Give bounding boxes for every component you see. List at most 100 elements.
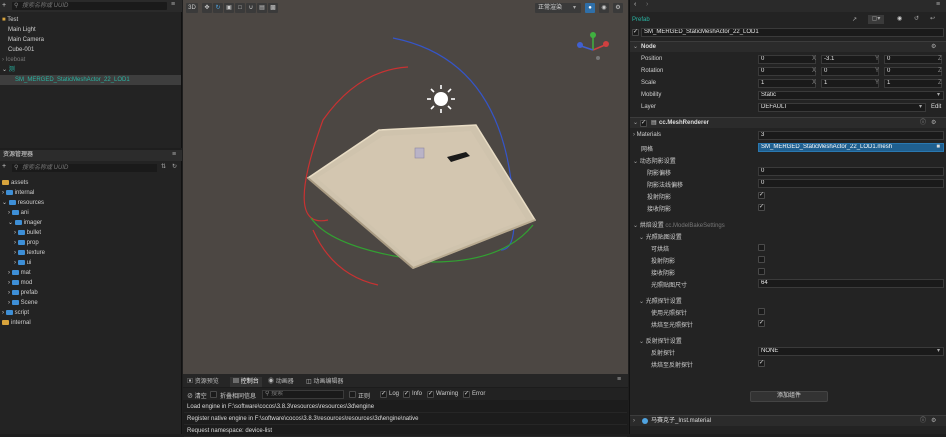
tree-item-group[interactable]: ⌄ 测 [2,65,15,75]
console-search-input[interactable]: ⚲ 搜索 [262,390,344,399]
log-line[interactable]: Request namespace: device-list [184,426,627,437]
asset-item-texture[interactable]: › texture [14,248,45,258]
chevron-down-icon[interactable]: ⌄ [633,159,638,165]
gear-icon[interactable]: ⚙ [931,416,936,426]
layer-edit-button[interactable]: Edit [931,104,941,110]
mesh-renderer-enabled-checkbox[interactable]: ✓ [640,120,647,127]
asset-item-ui[interactable]: › ui [14,258,31,268]
chevron-down-icon[interactable]: ⌄ [8,220,13,226]
filter-warning-checkbox[interactable]: ✓ [427,391,434,398]
position-y-field[interactable]: -3.1 [821,55,879,64]
rotation-z-field[interactable]: 0 [884,67,942,76]
sort-icon[interactable]: ⇅ [161,163,166,170]
bake-receive-shadow-checkbox[interactable] [758,268,765,275]
refresh-icon[interactable]: ↻ [172,163,177,170]
asset-item-prop[interactable]: › prop [14,238,39,248]
add-node-button[interactable]: + [2,2,10,10]
sun-icon[interactable] [427,85,455,113]
chevron-down-icon[interactable]: ⌄ [2,200,7,206]
reflection-probe-select[interactable]: NONE ▾ [758,347,944,356]
inspector-menu-icon[interactable]: ≡ [936,1,940,8]
asset-item-ani[interactable]: › ani [8,208,29,218]
bakeable-checkbox[interactable] [758,244,765,251]
asset-item-internal[interactable]: › internal [2,188,34,198]
tab-animator[interactable]: ◉ 动画器 [268,377,294,387]
chevron-right-icon[interactable]: › [14,260,16,266]
chevron-right-icon[interactable]: › [2,190,4,196]
hierarchy-search-input[interactable]: ⚲ 搜索名称或 UUID [12,2,167,10]
gear-icon[interactable]: ⚙ [931,118,936,128]
collapse-checkbox[interactable] [210,391,217,398]
add-asset-button[interactable]: + [2,163,6,170]
apply-icon[interactable]: ↩ [930,15,935,22]
shadow-normal-bias-field[interactable]: 0 [758,179,944,188]
tree-item-main-camera[interactable]: Main Camera [8,35,44,45]
hierarchy-menu-icon[interactable]: ≡ [171,1,175,8]
rotation-y-field[interactable]: 0 [821,67,879,76]
chevron-right-icon[interactable]: › [14,230,16,236]
chevron-right-icon[interactable]: › [2,310,4,316]
tree-item-main-light[interactable]: Main Light [8,25,36,35]
log-line[interactable]: Register native engine in F:\software\co… [184,414,627,425]
console-menu-icon[interactable]: ≡ [617,376,621,383]
cast-shadow-checkbox[interactable]: ✓ [758,192,765,199]
lightmap-size-field[interactable]: 64 [758,279,944,288]
asset-item-mod[interactable]: › mod [8,278,32,288]
chevron-right-icon[interactable]: › [8,290,10,296]
chevron-down-icon[interactable]: ⌄ [2,67,7,73]
chevron-right-icon[interactable]: › [8,270,10,276]
tree-item-test[interactable]: ■ Test [2,15,182,25]
mesh-renderer-section-header[interactable]: ⌄ ✓ ▤ cc.MeshRenderer ⓘ ⚙ [630,117,946,128]
gear-icon[interactable]: ⚙ [931,42,936,52]
scale-z-field[interactable]: 1 [884,79,942,88]
materials-count-field[interactable]: 3 [758,131,944,140]
bake-to-probe-checkbox[interactable]: ✓ [758,320,765,327]
scene-view[interactable]: 3D ✥ ↻ ▣ □ ∪ ▤ ▩ 正常渲染 ▾ ● ◉ ⚙ [183,0,628,374]
bake-cast-shadow-checkbox[interactable] [758,256,765,263]
layer-select[interactable]: DEFAULT ▾ [758,103,926,112]
chevron-down-icon[interactable]: ⌄ [639,299,644,305]
forward-arrow-icon[interactable]: › [646,1,648,8]
filter-info-checkbox[interactable]: ✓ [403,391,410,398]
chevron-right-icon[interactable]: › [8,280,10,286]
assets-search-input[interactable]: ⚲ 搜索名称或 UUID [12,164,157,172]
chevron-down-icon[interactable]: ⌄ [633,223,638,229]
prefab-link-icon[interactable]: ◉ [897,15,902,22]
scene-canvas[interactable] [183,0,628,374]
chevron-right-icon[interactable]: › [8,300,10,306]
asset-item-bullet[interactable]: › bullet [14,228,41,238]
chevron-right-icon[interactable]: › [2,57,4,63]
chevron-right-icon[interactable]: › [14,250,16,256]
tree-item-cube[interactable]: Cube-001 [8,45,34,55]
tree-item-iceboat[interactable]: › Iceboat [2,55,25,65]
revert-icon[interactable]: ↺ [914,15,919,22]
chevron-right-icon[interactable]: › [8,210,10,216]
node-section-header[interactable]: ⌄ Node ⚙ [630,41,946,52]
chevron-right-icon[interactable]: › [633,132,635,138]
add-component-button[interactable]: 添加组件 [750,391,828,402]
back-arrow-icon[interactable]: ‹ [634,1,636,8]
asset-item-internal-db[interactable]: internal [2,318,31,328]
prefab-select-icon[interactable]: ▢▾ [868,15,884,24]
asset-item-prefab[interactable]: › prefab [8,288,38,298]
asset-item-resources[interactable]: ⌄ resources [2,198,44,208]
assets-menu-icon[interactable]: ≡ [172,151,176,158]
shadow-bias-field[interactable]: 0 [758,167,944,176]
tab-asset-preview[interactable]: ▣ 资源预览 [187,377,219,387]
chevron-right-icon[interactable]: › [14,240,16,246]
asset-item-imager[interactable]: ⌄ imager [8,218,42,228]
filter-log-checkbox[interactable]: ✓ [380,391,387,398]
scale-x-field[interactable]: 1 [758,79,816,88]
node-active-checkbox[interactable]: ✓ [632,29,639,36]
rotation-x-field[interactable]: 0 [758,67,816,76]
chevron-down-icon[interactable]: ⌄ [639,235,644,241]
asset-item-mat[interactable]: › mat [8,268,31,278]
help-icon[interactable]: ⓘ [920,416,926,426]
bake-to-reflection-checkbox[interactable]: ✓ [758,360,765,367]
asset-item-scene[interactable]: › Scene [8,298,38,308]
receive-shadow-checkbox[interactable]: ✓ [758,204,765,211]
material-section-header[interactable]: › 马赛克子_Inst.material ⓘ ⚙ [630,415,946,426]
chevron-down-icon[interactable]: ⌄ [639,339,644,345]
mobility-select[interactable]: Static ▾ [758,91,944,100]
orientation-gizmo[interactable] [577,32,609,60]
